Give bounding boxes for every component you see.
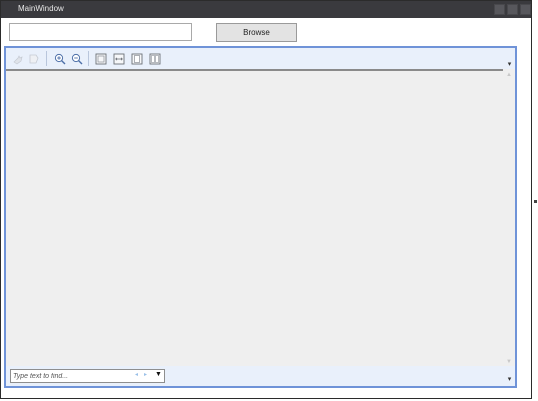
scroll-down-icon[interactable]: ▼ (506, 359, 512, 365)
main-window: MainWindow Browse ▾ ▲ ▼ Type text to fin… (0, 0, 532, 399)
fit-page-icon[interactable] (94, 52, 107, 65)
toolbar-separator (88, 51, 89, 66)
toolbar-separator (46, 51, 47, 66)
single-page-icon[interactable] (130, 52, 143, 65)
find-input[interactable] (13, 370, 125, 382)
document-viewer[interactable]: ▾ ▲ ▼ ◂ ▸ ▼ ▾ (4, 46, 517, 388)
file-path-input[interactable] (9, 23, 192, 41)
window-title: MainWindow (18, 4, 64, 13)
browse-button[interactable]: Browse (216, 23, 297, 42)
hand-icon[interactable] (11, 52, 24, 65)
toolbar-overflow-icon[interactable]: ▾ (506, 61, 513, 68)
two-page-icon[interactable] (148, 52, 161, 65)
document-area[interactable] (6, 71, 515, 366)
fit-width-icon[interactable] (112, 52, 125, 65)
resize-grip[interactable] (534, 200, 537, 203)
select-icon[interactable] (26, 52, 39, 65)
maximize-button[interactable] (507, 4, 518, 15)
find-next-icon[interactable]: ▸ (144, 371, 147, 378)
close-button[interactable] (520, 4, 531, 15)
zoom-out-icon[interactable] (70, 52, 83, 65)
viewer-toolbar: ▾ (6, 48, 515, 69)
minimize-button[interactable] (494, 4, 505, 15)
find-previous-icon[interactable]: ◂ (135, 371, 138, 378)
zoom-in-icon[interactable] (53, 52, 66, 65)
find-box: ◂ ▸ ▼ (10, 369, 165, 383)
find-options-dropdown-icon[interactable]: ▼ (155, 371, 162, 378)
find-bar: ◂ ▸ ▼ ▾ (6, 366, 515, 386)
title-bar[interactable]: MainWindow (1, 1, 531, 18)
findbar-overflow-icon[interactable]: ▾ (506, 376, 513, 383)
